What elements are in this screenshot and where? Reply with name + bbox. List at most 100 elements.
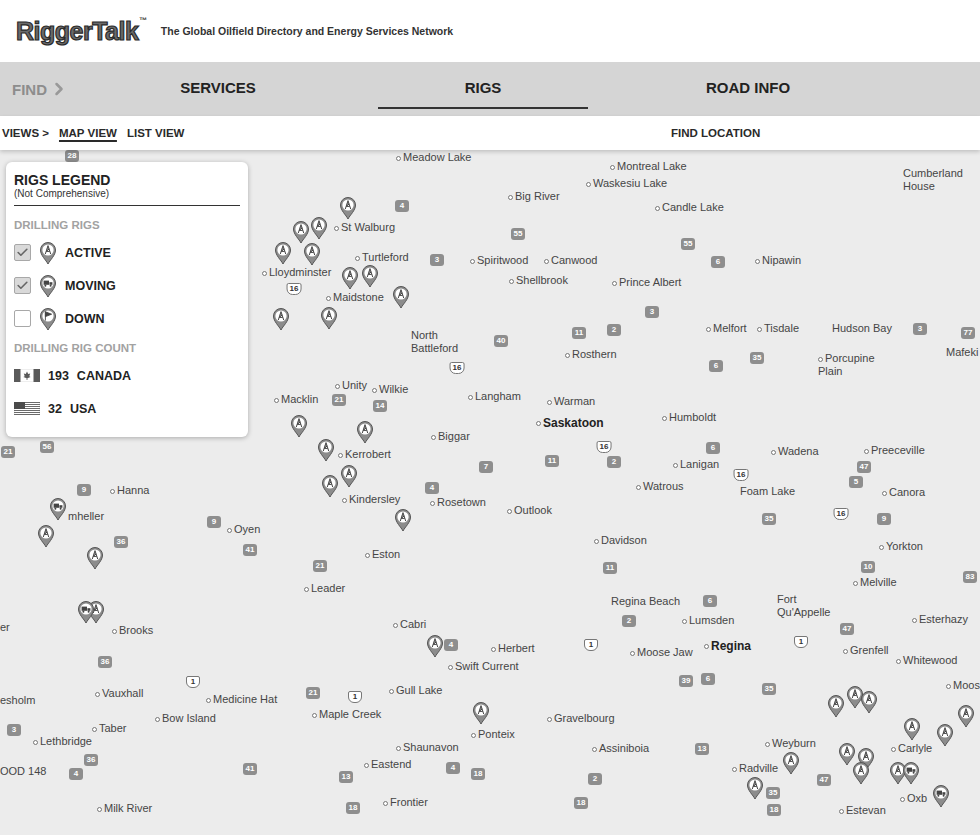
place-label: Grenfell [843,644,889,657]
find-location-button[interactable]: FIND LOCATION [669,127,980,139]
rig-type-checkbox[interactable] [14,244,31,261]
view-option[interactable]: LIST VIEW [127,127,185,139]
active-rig-pin-icon[interactable] [272,307,290,331]
road-shield: 18 [471,768,485,780]
place-dot-icon [92,727,97,732]
active-rig-pin-icon[interactable] [426,634,444,658]
nav-item[interactable]: SERVICES [113,62,323,109]
place-label: Vauxhall [95,687,143,700]
place-dot-icon [682,619,687,624]
active-rig-pin-icon[interactable] [303,242,321,266]
road-shield: 47 [857,461,871,473]
road-shield: 35 [762,513,776,525]
active-rig-pin-icon[interactable] [310,216,328,240]
active-rig-pin-icon[interactable] [340,464,358,488]
road-shield: 11 [572,327,586,339]
place-dot-icon [757,327,762,332]
active-rig-pin-icon[interactable] [37,524,55,548]
active-rig-pin-icon[interactable] [472,701,490,725]
road-shield: 13 [695,743,709,755]
active-rig-pin-icon[interactable] [290,414,308,438]
active-rig-pin-icon [39,241,57,265]
place-dot-icon [912,618,917,623]
moving-rig-pin-icon[interactable] [77,600,95,624]
road-shield: 9 [207,516,221,528]
active-rig-pin-icon[interactable] [860,690,878,714]
usa-flag-icon [14,402,40,415]
road-shield: 6 [703,595,717,607]
place-dot-icon [673,463,678,468]
active-rig-pin-icon[interactable] [957,704,975,728]
place-label: Saskatoon [536,417,604,430]
place-label: Estevan [839,804,886,817]
place-dot-icon [110,489,115,494]
active-rig-pin-icon[interactable] [746,776,764,800]
place-dot-icon [896,659,901,664]
road-shield: 16 [597,441,612,453]
legend-rig-type[interactable]: ACTIVE [14,236,240,269]
place-dot-icon [771,450,776,455]
nav-items: SERVICES RIGS ROAD INFO [113,62,853,116]
active-rig-pin-icon[interactable] [394,508,412,532]
active-rig-pin-icon[interactable] [838,742,856,766]
place-dot-icon [586,182,591,187]
place-dot-icon [655,206,660,211]
legend-title: RIGS LEGEND [14,172,240,188]
active-rig-pin-icon[interactable] [292,220,310,244]
moving-rig-pin-icon [39,274,57,298]
place-label: Eastend [364,758,411,771]
moving-rig-pin-icon[interactable] [932,784,950,808]
road-shield: 13 [339,771,353,783]
place-label: Waskesiu Lake [586,177,667,190]
road-shield: 1 [348,691,362,703]
road-shield: 16 [734,469,749,481]
place-label: Maple Creek [312,708,381,721]
moving-rig-pin-icon[interactable] [902,761,920,785]
nav-item[interactable]: ROAD INFO [643,62,853,109]
rig-type-checkbox[interactable] [14,310,31,327]
active-rig-pin-icon[interactable] [392,285,410,309]
rig-type-checkbox[interactable] [14,277,31,294]
nav-item[interactable]: RIGS [378,62,588,109]
place-dot-icon [262,271,267,276]
road-shield: 5 [849,476,863,488]
place-dot-icon [338,453,343,458]
active-rig-pin-icon[interactable] [341,266,359,290]
active-rig-pin-icon[interactable] [782,751,800,775]
active-rig-pin-icon[interactable] [274,241,292,265]
place-label: Brooks [112,624,153,637]
moving-rig-pin-icon[interactable] [49,497,67,521]
road-shield: 16 [834,508,849,520]
active-rig-pin-icon[interactable] [317,438,335,462]
place-dot-icon [355,256,360,261]
riggertalk-logo[interactable]: RiggerTalk™ [16,16,147,46]
place-label: Oxb [900,792,927,805]
rig-map[interactable]: Meadow LakeMontreal LakeWaskesiu LakeBig… [0,150,980,835]
place-label: Kindersley [342,493,400,506]
active-rig-pin-icon[interactable] [852,761,870,785]
place-label: Frontier [383,796,428,809]
active-rig-pin-icon[interactable] [86,546,104,570]
active-rig-pin-icon[interactable] [339,196,357,220]
place-dot-icon [470,259,475,264]
active-rig-pin-icon[interactable] [903,717,921,741]
active-rig-pin-icon[interactable] [321,474,339,498]
road-shield: 1 [186,676,200,688]
active-rig-pin-icon[interactable] [936,723,954,747]
legend-rig-type[interactable]: DOWN [14,302,240,335]
view-option[interactable]: MAP VIEW [59,127,117,139]
place-label: Macklin [274,393,318,406]
place-label: St Walburg [334,221,395,234]
active-rig-pin-icon[interactable] [827,694,845,718]
place-dot-icon [818,357,823,362]
place-label: Regina [704,640,751,653]
rigs-heading: DRILLING RIGS [14,218,240,232]
active-rig-pin-icon[interactable] [361,264,379,288]
legend-rig-type[interactable]: MOVING [14,269,240,302]
place-dot-icon [636,485,641,490]
active-rig-pin-icon[interactable] [356,420,374,444]
place-dot-icon [274,398,279,403]
place-label: Taber [92,722,127,735]
nav-bar: FINDSERVICESRIGSROAD INFO [0,62,980,116]
active-rig-pin-icon[interactable] [320,306,338,330]
